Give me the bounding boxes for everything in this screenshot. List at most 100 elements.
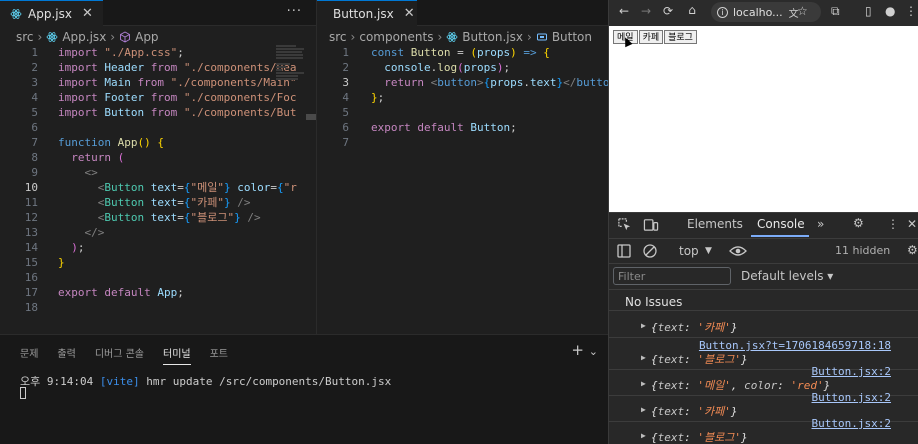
line-number: 7 <box>31 136 38 149</box>
clear-console-icon[interactable] <box>643 244 657 258</box>
code-line[interactable]: }; <box>371 90 384 105</box>
close-devtools-icon[interactable]: ✕ <box>907 217 917 231</box>
terminal-output[interactable]: 오후 9:14:04 [vite] hmr update /src/compon… <box>20 373 391 389</box>
button-editor-pane: Button.jsx ✕ src › components › Button.j… <box>317 0 608 334</box>
expand-triangle-icon[interactable]: ▶ <box>641 379 646 388</box>
breadcrumb-item[interactable]: components <box>359 30 433 44</box>
line-number: 11 <box>24 196 38 209</box>
logged-object: {text: '카페'} <box>651 321 738 334</box>
tab-button-jsx[interactable]: Button.jsx ✕ <box>317 0 417 26</box>
blog-button[interactable]: 블로그 <box>664 30 697 44</box>
expand-triangle-icon[interactable]: ▶ <box>641 353 646 362</box>
react-icon <box>10 8 22 19</box>
code-line[interactable]: import Header from "./components/Hea <box>58 60 296 75</box>
devtools-tabs: Elements Console » ⚙ ⋮ ✕ <box>609 213 918 237</box>
more-tabs-icon[interactable]: » <box>817 217 824 231</box>
sidebar-toggle-icon[interactable] <box>617 244 631 258</box>
filter-input[interactable]: Filter <box>613 267 731 285</box>
code-line[interactable]: export default App; <box>58 285 184 300</box>
source-link[interactable]: Button.jsx:2 <box>812 365 891 378</box>
eye-icon[interactable] <box>729 245 747 257</box>
home-icon[interactable]: ⌂ <box>681 3 703 17</box>
scrollbar[interactable] <box>306 114 316 120</box>
line-number: 8 <box>31 151 38 164</box>
tab-elements[interactable]: Elements <box>687 217 743 231</box>
browser-toolbar: ← → ⟳ ⌂ i localho... 文 ☆ ⧉ ▯ ● ⋮ <box>609 0 918 26</box>
source-link[interactable]: Button.jsx:2 <box>812 417 891 430</box>
gear-icon[interactable]: ⚙ <box>853 216 864 230</box>
console-settings-icon[interactable]: ⚙ <box>907 243 918 257</box>
breadcrumb-item[interactable]: Button <box>552 30 592 44</box>
line-number: 4 <box>31 91 38 104</box>
expand-triangle-icon[interactable]: ▶ <box>641 405 646 414</box>
inspect-icon[interactable] <box>617 217 632 232</box>
back-icon[interactable]: ← <box>613 4 635 18</box>
code-line[interactable]: return <button>{props.text}</button>; <box>371 75 608 90</box>
forward-icon[interactable]: → <box>635 4 657 18</box>
code-line[interactable]: function App() { <box>58 135 164 150</box>
line-number: 1 <box>342 46 349 59</box>
chevron-down-icon[interactable]: ▼ <box>705 246 712 256</box>
code-line[interactable]: import Footer from "./components/Foc <box>58 90 296 105</box>
terminal-cursor <box>20 387 26 399</box>
device-toolbar-icon[interactable] <box>643 217 659 232</box>
tab-app-jsx[interactable]: App.jsx ✕ <box>0 0 103 26</box>
minimap[interactable] <box>276 44 306 114</box>
tab-terminal[interactable]: 터미널 <box>163 345 191 365</box>
profile-icon[interactable]: ● <box>885 4 895 18</box>
cafe-button[interactable]: 카페 <box>638 30 664 44</box>
tab-console[interactable]: Console <box>757 217 805 231</box>
code-line[interactable]: import Button from "./components/But <box>58 105 296 120</box>
code-line[interactable]: ); <box>58 240 84 255</box>
line-number: 3 <box>342 76 349 89</box>
code-line[interactable]: console.log(props); <box>371 60 510 75</box>
code-line[interactable]: <> <box>58 165 98 180</box>
tab-problems[interactable]: 문제 <box>20 345 38 365</box>
code-line[interactable]: import "./App.css"; <box>58 45 184 60</box>
menu-icon[interactable]: ⋮ <box>905 4 917 18</box>
code-line[interactable]: </> <box>58 225 105 240</box>
url-text: localho... <box>733 5 783 19</box>
expand-triangle-icon[interactable]: ▶ <box>641 431 646 440</box>
code-line[interactable]: <Button text={"카페"} /> <box>58 195 251 210</box>
issues-bar[interactable]: No Issues <box>609 289 918 311</box>
expand-triangle-icon[interactable]: ▶ <box>641 321 646 330</box>
tab-output[interactable]: 출력 <box>57 345 75 365</box>
context-selector[interactable]: top <box>679 244 699 258</box>
tab-debug-console[interactable]: 디버그 콘솔 <box>95 345 144 365</box>
breadcrumb-item[interactable]: Button.jsx <box>462 30 523 44</box>
code-line[interactable]: const Button = (props) => { <box>371 45 550 60</box>
line-number: 12 <box>24 211 38 224</box>
sidebar-icon[interactable]: ▯ <box>865 4 872 18</box>
breadcrumb-item[interactable]: src <box>329 30 347 44</box>
source-link[interactable]: Button.jsx:2 <box>812 391 891 404</box>
code-line[interactable]: <Button text={"메일"} color={"r <box>58 180 297 195</box>
code-line[interactable]: } <box>58 255 65 270</box>
logged-object: {text: '메일', color: 'red'} <box>651 379 831 392</box>
breadcrumb-item[interactable]: App <box>135 30 158 44</box>
breadcrumb-item[interactable]: src <box>16 30 34 44</box>
reload-icon[interactable]: ⟳ <box>657 4 679 18</box>
app-editor-pane: App.jsx ✕ ··· src › App.jsx › App 1 impor… <box>0 0 316 334</box>
add-terminal-icon[interactable]: + <box>571 341 584 359</box>
log-levels-dropdown[interactable]: Default levels ▾ <box>741 269 833 283</box>
source-link[interactable]: Button.jsx?t=1706184659718:18 <box>699 339 891 352</box>
tab-ports[interactable]: 포트 <box>210 345 228 365</box>
panel-tabs: 문제 출력 디버그 콘솔 터미널 포트 <box>20 345 247 365</box>
breadcrumb-item[interactable]: App.jsx <box>62 30 106 44</box>
close-icon[interactable]: ✕ <box>82 6 93 21</box>
code-line[interactable]: return ( <box>58 150 124 165</box>
site-info-icon[interactable]: i <box>717 6 728 18</box>
code-line[interactable]: <Button text={"블로그"} /> <box>58 210 261 225</box>
code-line[interactable]: export default Button; <box>371 120 517 135</box>
line-number: 3 <box>31 76 38 89</box>
code-line[interactable]: import Main from "./components/Main" <box>58 75 296 90</box>
star-icon[interactable]: ☆ <box>797 4 808 18</box>
close-icon[interactable]: ✕ <box>404 6 415 21</box>
chevron-down-icon[interactable]: ⌄ <box>589 345 598 358</box>
extensions-icon[interactable]: ⧉ <box>831 4 840 19</box>
more-actions-icon[interactable]: ··· <box>287 4 302 19</box>
console-entry[interactable]: ▶ {text: '블로그'} Button.jsx:2 <box>609 417 918 444</box>
more-options-icon[interactable]: ⋮ <box>887 217 899 231</box>
console-entry[interactable]: ▶ {text: '카페'} <box>609 319 918 339</box>
